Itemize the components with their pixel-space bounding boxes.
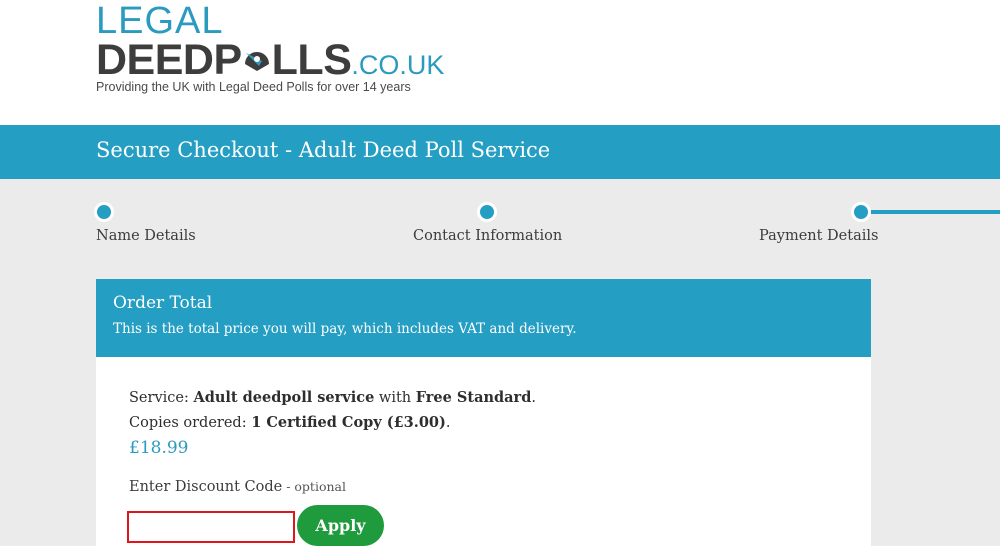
discount-optional-text: - optional (282, 479, 346, 494)
apply-discount-button[interactable]: Apply (297, 505, 384, 546)
step-payment-details: Payment Details (759, 228, 879, 244)
service-name: Adult deedpoll service (193, 389, 375, 406)
logo-legal-text: LEGAL (96, 0, 224, 42)
logo-tagline: Providing the UK with Legal Deed Polls f… (96, 80, 411, 94)
order-total-subtitle: This is the total price you will pay, wh… (113, 321, 577, 337)
logo-lls: LLS (271, 36, 352, 84)
step-contact-information: Contact Information (413, 228, 563, 244)
order-total-title: Order Total (113, 293, 213, 313)
logo-deedp: DEEDP (96, 36, 242, 84)
step-payment-details-dot (851, 202, 871, 222)
step-contact-information-dot (477, 202, 497, 222)
service-line: Service: Adult deedpoll service with Fre… (129, 389, 536, 406)
order-summary: Service: Adult deedpoll service with Fre… (96, 357, 871, 546)
page-title-bar: Secure Checkout - Adult Deed Poll Servic… (0, 125, 1000, 179)
step-name-details-dot (94, 202, 114, 222)
service-prefix: Service: (129, 390, 194, 406)
copies-line: Copies ordered: 1 Certified Copy (£3.00)… (129, 414, 450, 431)
logo-tld: .CO.UK (351, 50, 445, 80)
page-title: Secure Checkout - Adult Deed Poll Servic… (96, 138, 551, 162)
pen-nib-icon (242, 38, 272, 71)
step-name-details: Name Details (96, 228, 196, 244)
order-price: £18.99 (129, 438, 189, 458)
checkout-progress: Name Details Contact Information Payment… (0, 179, 1000, 278)
progress-line (868, 210, 1000, 214)
copies-end: . (445, 415, 451, 431)
service-end: . (531, 390, 536, 406)
discount-label-text: Enter Discount Code (129, 479, 283, 495)
delivery-option: Free Standard (415, 389, 532, 406)
site-header: LEGAL DEEDP LLS.CO.UK Providing the UK wi… (0, 0, 1000, 125)
copies-value: 1 Certified Copy (£3.00) (251, 414, 446, 431)
service-with: with (374, 390, 416, 406)
copies-prefix: Copies ordered: (129, 415, 252, 431)
order-total-header: Order Total This is the total price you … (96, 279, 871, 357)
discount-code-label: Enter Discount Code - optional (129, 479, 346, 495)
discount-code-input[interactable] (127, 511, 295, 543)
